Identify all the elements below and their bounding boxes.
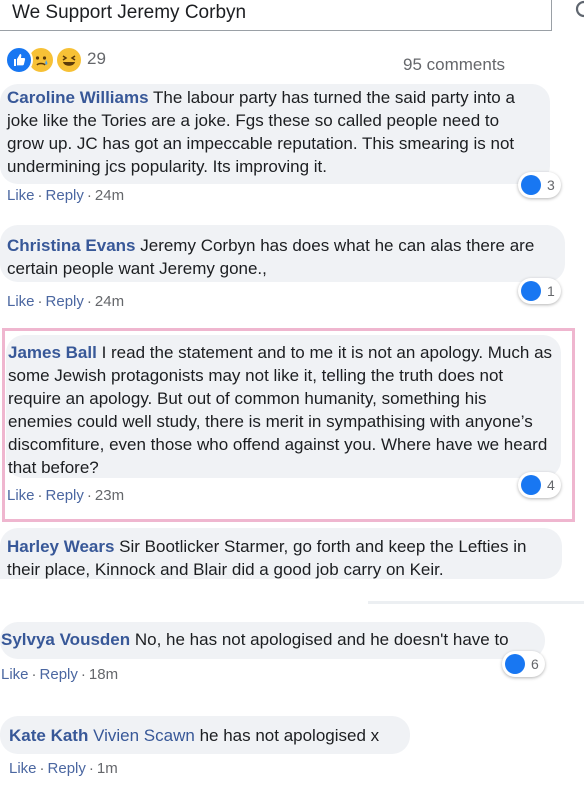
comment-bubble: Harley Wears Sir Bootlicker Starmer, go … [0,528,562,579]
comment-text: he has not apologised x [199,726,380,745]
divider [368,601,584,604]
comment-time[interactable]: 23m [95,487,124,504]
comment-author[interactable]: Caroline Williams [7,88,149,107]
comment-like-count[interactable]: 6 [502,651,545,677]
reply-link[interactable]: Reply [40,666,78,683]
search-input[interactable]: We Support Jeremy Corbyn [12,2,246,24]
reply-link[interactable]: Reply [48,760,86,777]
comment-bubble: Kate Kath Vivien Scawn he has not apolog… [0,716,410,754]
like-link[interactable]: Like [1,666,29,683]
comment-text: I read the statement and to me it is not… [8,343,553,477]
comment-actions: Like · Reply · 24m [7,293,125,310]
comment-actions: Like · Reply · 24m [7,187,125,204]
comment-mention[interactable]: Vivien Scawn [93,726,195,745]
comment-author[interactable]: Sylvya Vousden [1,630,130,649]
comment-like-count[interactable]: 1 [518,278,561,304]
like-icon [521,175,541,195]
comment-author[interactable]: Harley Wears [7,537,114,556]
comment-actions: Like · Reply · 23m [7,487,125,504]
comment-author[interactable]: Christina Evans [7,236,136,255]
comment-author[interactable]: James Ball [8,343,97,362]
like-icon [521,475,541,495]
comment-time[interactable]: 1m [97,760,118,777]
like-icon [505,654,525,674]
comment-bubble: Sylvya Vousden No, he has not apologised… [0,622,545,659]
comment-bubble: Caroline Williams The labour party has t… [0,84,550,184]
reply-link[interactable]: Reply [46,487,84,504]
search-box[interactable]: We Support Jeremy Corbyn [0,0,552,31]
reply-link[interactable]: Reply [46,293,84,310]
comment-bubble: James Ball I read the statement and to m… [6,335,561,478]
haha-icon [55,46,83,74]
comment-actions: Like · Reply · 18m [1,666,119,683]
reply-link[interactable]: Reply [46,187,84,204]
like-icon [5,46,33,74]
comments-count[interactable]: 95 comments [403,55,505,75]
comment-time[interactable]: 18m [89,666,118,683]
like-link[interactable]: Like [9,760,37,777]
comment-like-count[interactable]: 4 [518,472,561,498]
like-link[interactable]: Like [7,487,35,504]
comment-like-count[interactable]: 3 [518,172,561,198]
comment-actions: Like · Reply · 1m [9,760,118,777]
search-icon[interactable] [572,0,584,22]
comment-time[interactable]: 24m [95,293,124,310]
comment-text: No, he has not apologised and he doesn't… [134,630,509,649]
comment-author[interactable]: Kate Kath [9,726,88,745]
comment-bubble: Christina Evans Jeremy Corbyn has does w… [0,225,565,282]
like-icon [521,281,541,301]
comment-time[interactable]: 24m [95,187,124,204]
like-link[interactable]: Like [7,293,35,310]
reaction-count[interactable]: 29 [87,49,106,69]
like-link[interactable]: Like [7,187,35,204]
